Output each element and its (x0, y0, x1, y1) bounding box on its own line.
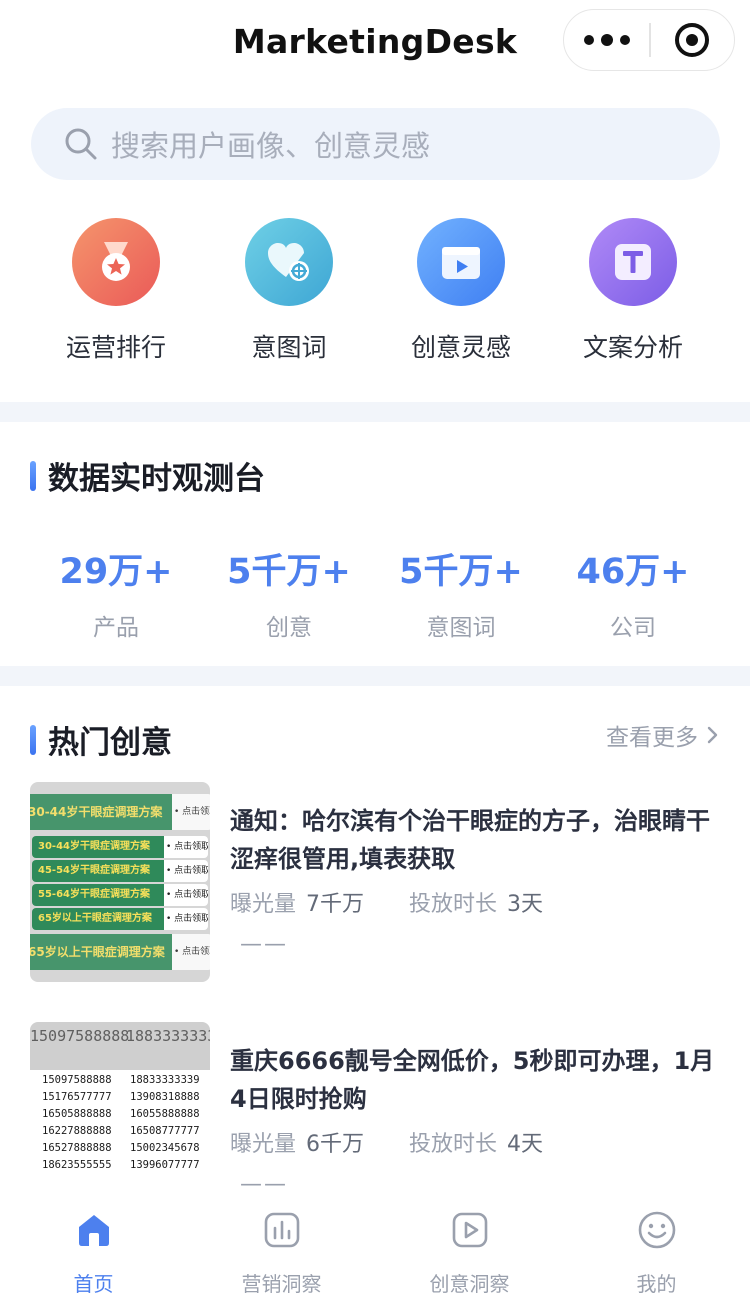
thumb-number: 15097588888 (30, 1027, 130, 1045)
creative-extra: —— (240, 932, 288, 957)
text-t-icon (589, 218, 677, 306)
title-accent-bar (30, 724, 36, 755)
stat-label: 产品 (93, 615, 139, 641)
mini-program-capsule (563, 9, 735, 71)
search-placeholder: 搜索用户画像、创意灵感 (111, 129, 431, 163)
stat-value: 5千万+ (399, 552, 523, 592)
view-more-link[interactable]: 查看更多 (606, 718, 720, 752)
thumb-row: 30-44岁干眼症调理方案 • 点击领取 (32, 836, 208, 858)
creative-title: 重庆6666靓号全网低价，5秒即可办理，1月4日限时抢购 (230, 1047, 715, 1113)
quick-entry-creative-inspiration[interactable]: 创意灵感 (376, 218, 546, 364)
stat-intent-words: 5千万+ 意图词 (376, 543, 546, 642)
thumb-row: 65岁以上干眼症调理方案 • 点击领取 (30, 934, 210, 970)
quick-entry-copy-analysis[interactable]: 文案分析 (548, 218, 718, 364)
bottom-tab-bar: 首页 营销洞察 创意洞察 我的 (0, 1196, 750, 1294)
creative-thumbnail[interactable]: 30-44岁干眼症调理方案 • 点击领取 30-44岁干眼症调理方案• 点击领取… (30, 782, 210, 982)
chevron-right-icon (707, 726, 718, 744)
creative-title: 通知：哈尔滨有个治干眼症的方子，治眼睛干涩痒很管用,填表获取 (230, 807, 710, 873)
stat-companies: 46万+ 公司 (548, 543, 718, 642)
close-target-icon[interactable] (651, 10, 734, 70)
tab-home[interactable]: 首页 (0, 1210, 187, 1294)
stat-label: 公司 (610, 615, 656, 641)
thumb-number: 18833333339 (126, 1027, 210, 1045)
hot-creatives-title: 热门创意 (30, 717, 172, 762)
section-divider (0, 666, 750, 686)
heart-target-icon (245, 218, 333, 306)
tab-mine[interactable]: 我的 (563, 1210, 750, 1294)
thumb-row: 45-54岁干眼症调理方案 • 点击领取 (32, 860, 208, 882)
search-icon (65, 128, 97, 160)
stat-creatives: 5千万+ 创意 (204, 543, 374, 642)
observatory-title: 数据实时观测台 (30, 453, 265, 498)
stat-products: 29万+ 产品 (31, 543, 201, 642)
tab-marketing-insight[interactable]: 营销洞察 (188, 1210, 375, 1294)
nav-header: MarketingDesk (0, 0, 750, 90)
thumb-row: 65岁以上干眼症调理方案 • 点击领取 (32, 908, 208, 930)
medal-icon (72, 218, 160, 306)
title-accent-bar (30, 460, 36, 491)
video-play-icon (417, 218, 505, 306)
quick-entry-label: 创意灵感 (410, 333, 511, 362)
quick-entry-ranking[interactable]: 运营排行 (31, 218, 201, 364)
play-icon (450, 1210, 490, 1250)
home-icon (74, 1210, 114, 1250)
creative-thumbnail[interactable]: 15097588888 18833333339 15097588888 1517… (30, 1022, 210, 1196)
creative-card[interactable]: 30-44岁干眼症调理方案 • 点击领取 30-44岁干眼症调理方案• 点击领取… (30, 782, 720, 992)
stat-value: 46万+ (576, 552, 690, 592)
stat-label: 创意 (266, 615, 312, 641)
quick-entry-label: 意图词 (251, 333, 327, 362)
thumb-row: 55-64岁干眼症调理方案 • 点击领取 (32, 884, 208, 906)
creative-card[interactable]: 15097588888 18833333339 15097588888 1517… (30, 1022, 720, 1196)
smile-icon (637, 1210, 677, 1250)
section-divider (0, 402, 750, 422)
tab-creative-insight[interactable]: 创意洞察 (376, 1210, 563, 1294)
search-bar[interactable]: 搜索用户画像、创意灵感 (31, 108, 720, 180)
creative-meta: 曝光量 7千万 投放时长 3天 (230, 892, 544, 917)
quick-entry-intent-words[interactable]: 意图词 (204, 218, 374, 364)
quick-entry-label: 运营排行 (65, 333, 166, 362)
creative-extra: —— (240, 1172, 288, 1196)
thumb-row: 30-44岁干眼症调理方案 • 点击领取 (30, 794, 210, 830)
stat-value: 29万+ (59, 552, 173, 592)
more-options-icon[interactable] (564, 10, 649, 70)
stat-value: 5千万+ (227, 552, 351, 592)
creative-meta: 曝光量 6千万 投放时长 4天 (230, 1132, 544, 1157)
quick-entry-label: 文案分析 (582, 333, 683, 362)
thumb-number-list: 15097588888 15176577777 16505888888 1622… (42, 1074, 112, 1171)
bar-chart-icon (262, 1210, 302, 1250)
stat-label: 意图词 (426, 615, 496, 641)
thumb-number-list: 18833333339 13908318888 16055888888 1650… (130, 1074, 200, 1171)
